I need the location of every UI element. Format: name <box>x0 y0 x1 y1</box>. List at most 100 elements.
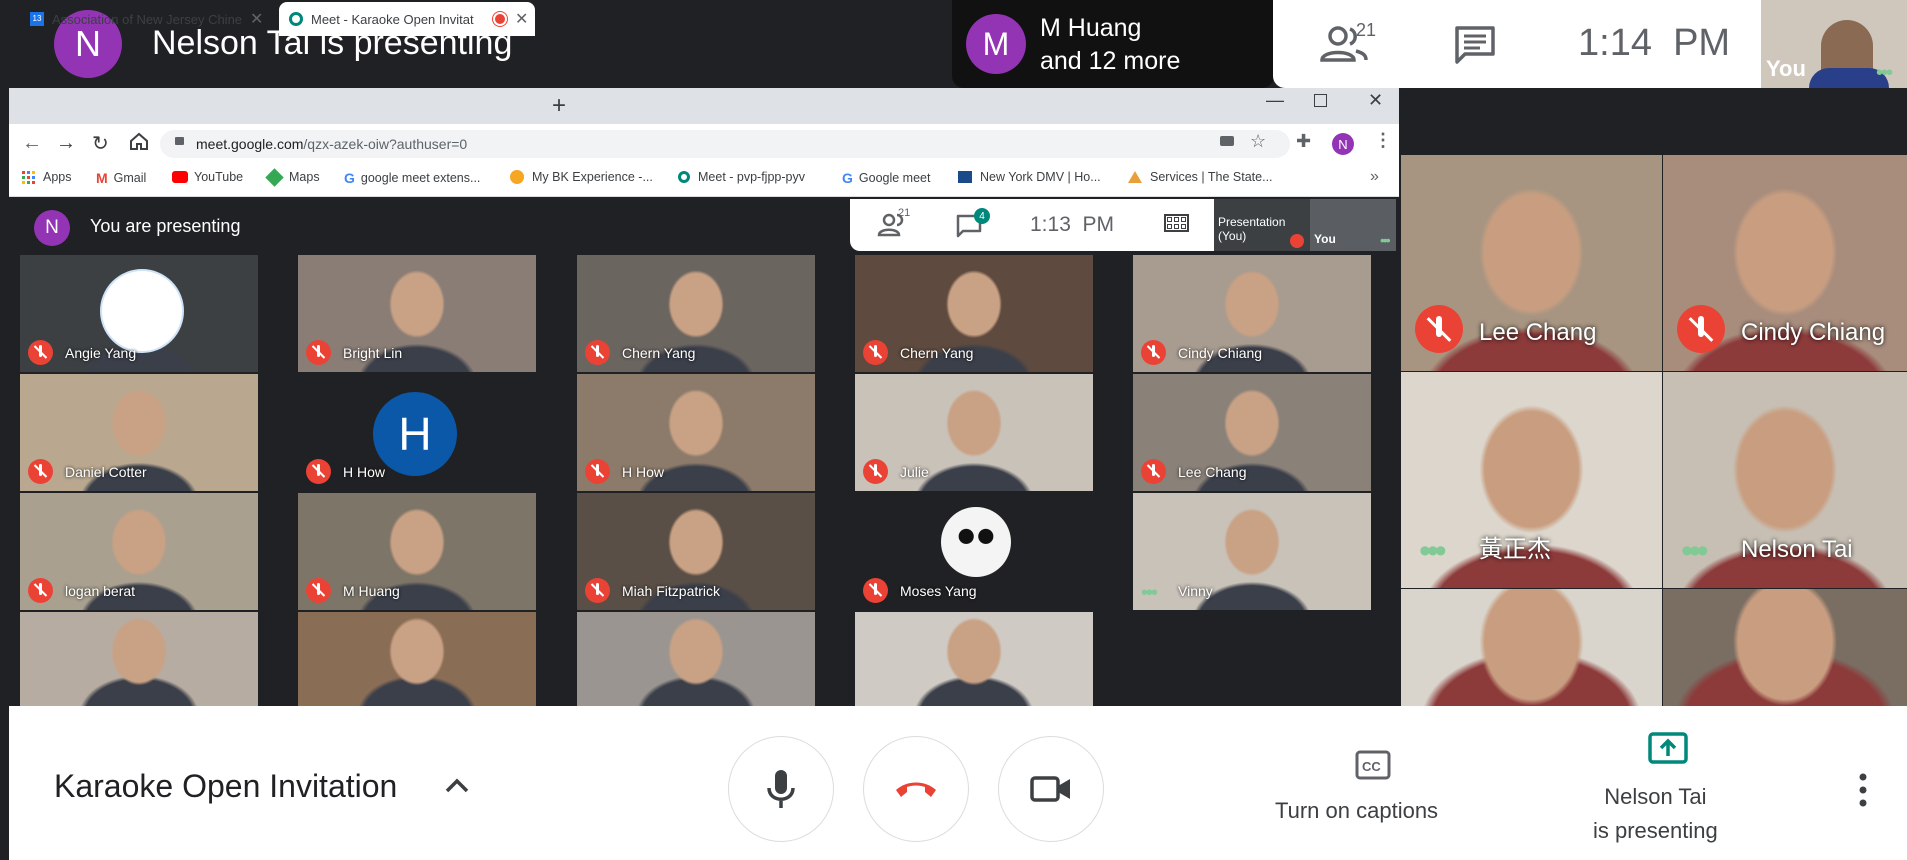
participant-name: Moses Yang <box>900 583 977 599</box>
forward-icon[interactable]: → <box>56 132 76 155</box>
participant-tile[interactable]: H How <box>577 374 815 491</box>
bookmark-maps[interactable]: Maps <box>265 167 320 187</box>
participant-tile[interactable]: HH How <box>298 374 536 491</box>
presentation-label-line1: Presentation <box>1218 215 1286 229</box>
outer-participant-tile[interactable]: Cindy Chiang <box>1663 155 1907 371</box>
more-options-icon[interactable] <box>1856 770 1870 810</box>
microphone-icon <box>767 770 795 808</box>
participant-tile[interactable] <box>298 612 536 706</box>
meeting-title[interactable]: Karaoke Open Invitation <box>54 768 397 805</box>
participant-tile[interactable] <box>20 612 258 706</box>
participant-name: Chern Yang <box>900 345 974 361</box>
bookmark-star-icon[interactable]: ☆ <box>1250 131 1266 152</box>
home-icon[interactable] <box>128 130 150 157</box>
participant-name: H How <box>622 464 665 480</box>
microphone-button[interactable] <box>728 736 834 842</box>
participant-tile[interactable]: Julie <box>855 374 1093 491</box>
participant-video <box>1133 493 1371 610</box>
bookmark-google-meet-ext[interactable]: G google meet extens... <box>344 170 480 186</box>
close-window-icon[interactable]: ✕ <box>1368 90 1383 111</box>
present-status-label[interactable]: Nelson Tai is presenting <box>1593 780 1718 848</box>
captions-icon[interactable]: CC <box>1355 750 1391 785</box>
muted-mic-icon <box>585 340 610 365</box>
participant-tile[interactable]: Lee Chang <box>1133 374 1371 491</box>
participant-panda-avatar <box>941 507 1011 577</box>
restore-icon[interactable] <box>1314 94 1327 107</box>
outer-participant-tile[interactable]: ••• 黃正杰 <box>1401 372 1662 588</box>
bookmark-ny-dmv[interactable]: New York DMV | Ho... <box>958 170 1101 184</box>
participant-tile[interactable]: Angie Yang <box>20 255 258 372</box>
outer-participant-tile[interactable] <box>1401 589 1662 706</box>
outer-participant-tile[interactable] <box>1663 589 1907 706</box>
captions-button-label[interactable]: Turn on captions <box>1275 798 1438 824</box>
close-icon[interactable]: ✕ <box>250 9 263 29</box>
present-status-line2: is presenting <box>1593 818 1718 843</box>
new-tab-icon[interactable]: + <box>552 92 566 120</box>
browser-tab-1[interactable]: 13 Association of New Jersey Chine ✕ <box>20 2 276 36</box>
camera-in-use-icon[interactable] <box>1220 136 1234 146</box>
participant-name: Nelson Tai <box>1741 536 1853 563</box>
extensions-icon[interactable]: ✚ <box>1296 131 1311 152</box>
inner-presenting-text: You are presenting <box>90 216 241 236</box>
participant-video <box>855 612 1093 706</box>
back-icon[interactable]: ← <box>22 132 42 155</box>
participant-tile[interactable] <box>855 612 1093 706</box>
profile-avatar[interactable]: N <box>1332 133 1354 155</box>
chevron-up-icon[interactable] <box>444 776 470 799</box>
participant-tile[interactable]: Daniel Cotter <box>20 374 258 491</box>
participant-name: H How <box>343 464 386 480</box>
bookmark-bk-experience[interactable]: My BK Experience -... <box>510 170 653 184</box>
outer-participant-tile[interactable]: Lee Chang <box>1401 155 1662 371</box>
participant-tile[interactable]: ••• Vinny <box>1133 493 1371 610</box>
bookmark-services-state[interactable]: Services | The State... <box>1128 170 1273 184</box>
participant-tile[interactable]: Moses Yang <box>855 493 1093 610</box>
participant-tile[interactable]: Miah Fitzpatrick <box>577 493 815 610</box>
reload-icon[interactable]: ↻ <box>92 131 109 156</box>
more-bookmarks-icon[interactable]: » <box>1370 168 1379 186</box>
inner-presenter-avatar: N <box>34 210 70 246</box>
participant-video <box>1133 374 1371 491</box>
close-icon[interactable]: ✕ <box>515 9 528 29</box>
participant-name: Cindy Chiang <box>1741 319 1886 346</box>
muted-mic-icon <box>306 340 331 365</box>
participant-tile[interactable]: M Huang <box>298 493 536 610</box>
bk-icon <box>510 170 524 184</box>
bookmark-apps[interactable]: Apps <box>22 170 72 184</box>
bookmark-meet-pvp[interactable]: Meet - pvp-fjpp-pyv <box>678 170 805 184</box>
participant-name: Chern Yang <box>622 345 696 361</box>
chat-button[interactable] <box>1453 24 1499 66</box>
outer-participant-tile[interactable]: ••• Nelson Tai <box>1663 372 1907 588</box>
participant-tile[interactable]: Chern Yang <box>577 255 815 372</box>
url-text: meet.google.com/qzx-azek-oiw?authuser=0 <box>196 136 467 152</box>
bookmark-google-meet[interactable]: G Google meet <box>842 170 930 186</box>
participant-tile[interactable] <box>577 612 815 706</box>
present-screen-icon[interactable] <box>1648 732 1688 769</box>
browser-menu-icon[interactable]: ⋮ <box>1374 130 1392 151</box>
camera-icon <box>1030 776 1070 802</box>
participant-tile[interactable]: logan berat <box>20 493 258 610</box>
inner-people-count: 21 <box>898 207 911 219</box>
bookmark-youtube[interactable]: YouTube <box>172 170 243 184</box>
participant-name: Bright Lin <box>343 345 403 361</box>
participant-name: 黃正杰 <box>1479 536 1551 563</box>
minimize-icon[interactable]: — <box>1266 90 1284 111</box>
browser-tab-2[interactable]: Meet - Karaoke Open Invitat ✕ <box>279 2 535 36</box>
participant-name: Cindy Chiang <box>1178 345 1263 361</box>
muted-mic-icon <box>863 578 888 603</box>
participant-name: Angie Yang <box>65 345 137 361</box>
camera-button[interactable] <box>998 736 1104 842</box>
layout-grid-icon[interactable] <box>1164 214 1189 232</box>
participant-tile[interactable]: Cindy Chiang <box>1133 255 1371 372</box>
participant-tile[interactable]: Chern Yang <box>855 255 1093 372</box>
youtube-icon <box>172 171 188 183</box>
svg-text:CC: CC <box>1362 759 1381 774</box>
end-call-icon <box>896 782 936 797</box>
dmv-icon <box>958 171 972 183</box>
bookmark-gmail[interactable]: M Gmail <box>96 170 146 186</box>
end-call-button[interactable] <box>863 736 969 842</box>
bookmark-label: My BK Experience -... <box>532 170 653 184</box>
participant-tile[interactable]: Bright Lin <box>298 255 536 372</box>
inner-presentation-label: Presentation (You) <box>1218 215 1285 243</box>
calendar-icon: 13 <box>30 12 44 26</box>
maps-icon <box>265 167 284 187</box>
